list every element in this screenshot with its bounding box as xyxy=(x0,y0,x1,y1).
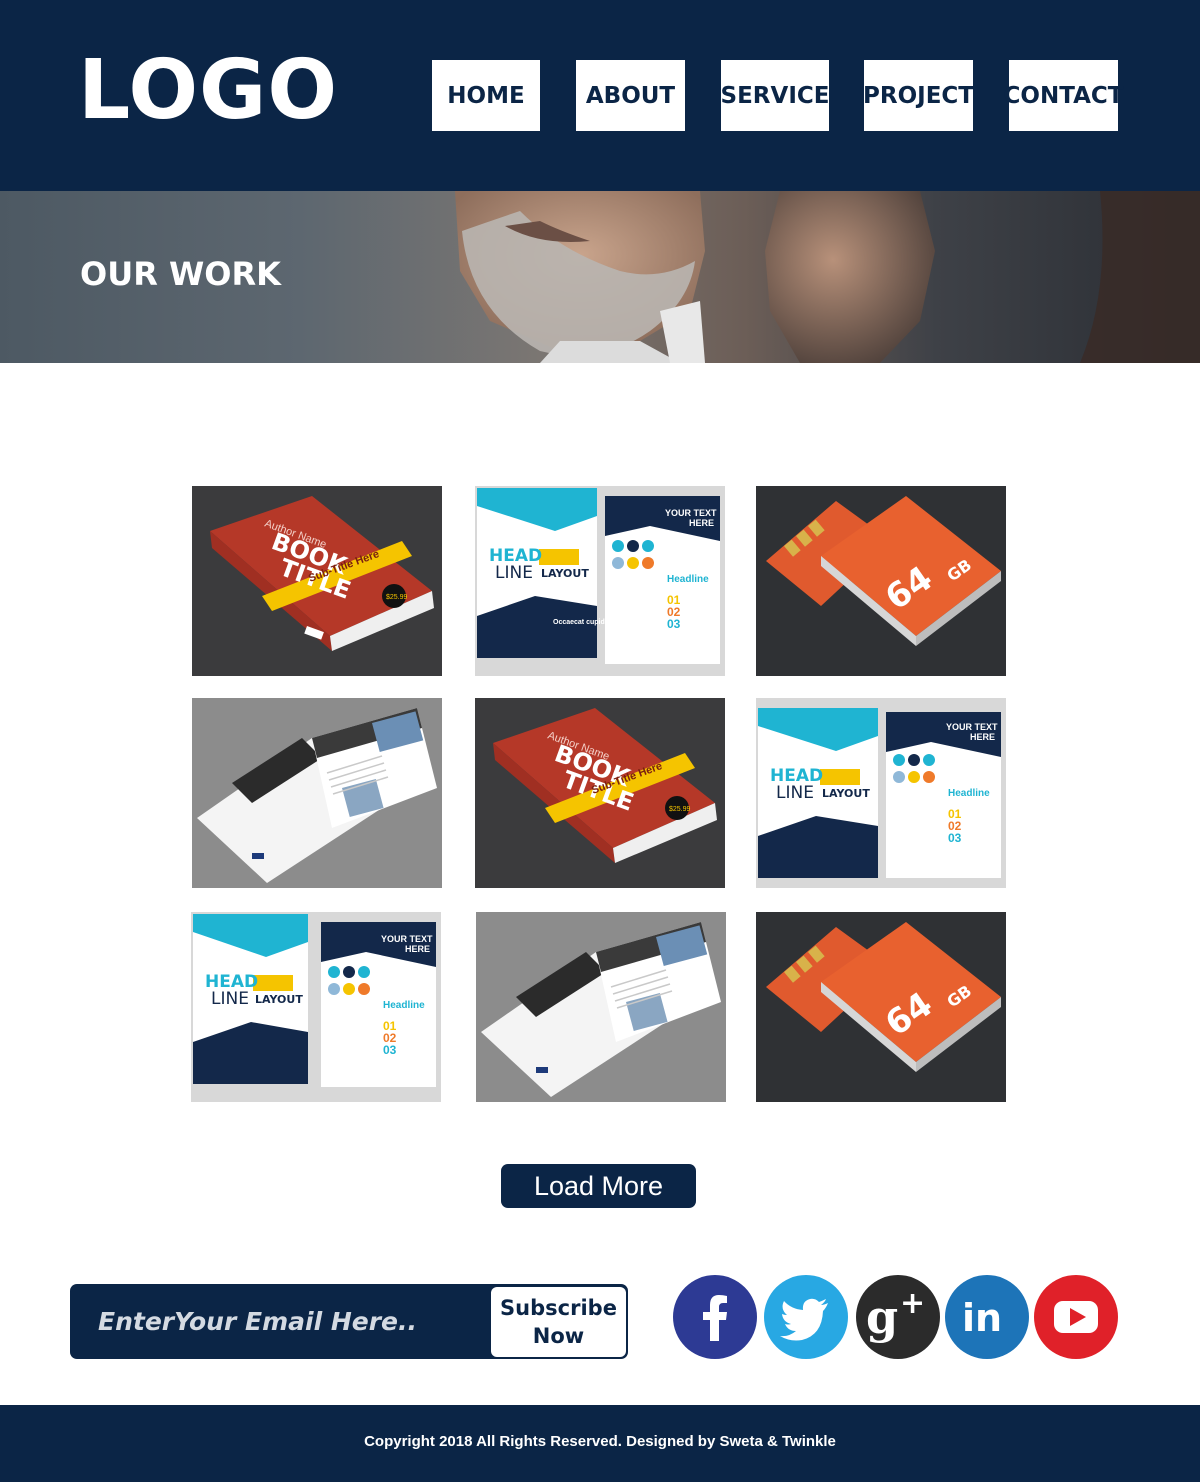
svg-text:+: + xyxy=(900,1286,925,1321)
gallery-item-sd-card-2[interactable]: 64 GB xyxy=(756,912,1006,1102)
svg-text:in: in xyxy=(962,1296,1002,1340)
flyer-03: 03 xyxy=(667,617,681,631)
twitter-icon[interactable] xyxy=(764,1275,848,1359)
copyright-text: Copyright 2018 All Rights Reserved. Desi… xyxy=(364,1433,836,1450)
flyer-here: HERE xyxy=(689,518,714,528)
google-plus-icon[interactable]: g + xyxy=(856,1275,940,1359)
subscribe-button-line1: Subscribe xyxy=(500,1296,617,1320)
flyer-layout: LAYOUT xyxy=(822,787,870,800)
flyer-headline: Headline xyxy=(948,788,990,799)
flyer-03: 03 xyxy=(383,1043,397,1057)
flyer-your-text: YOUR TEXT xyxy=(946,722,998,732)
linkedin-icon[interactable]: in xyxy=(945,1275,1029,1359)
flyer-03: 03 xyxy=(948,831,962,845)
site-header: LOGO HOME ABOUT SERVICE PROJECT CONTACT xyxy=(0,0,1200,191)
gallery-item-book[interactable]: Author Name BOOK TITLE Sub-Title Here $2… xyxy=(192,486,442,676)
main-nav: HOME ABOUT SERVICE PROJECT CONTACT xyxy=(0,60,1200,131)
gallery-item-brochure-2[interactable] xyxy=(476,912,726,1102)
page-title: OUR WORK xyxy=(80,255,281,293)
svg-text:g: g xyxy=(866,1290,898,1344)
subscribe-button-line2: Now xyxy=(532,1324,585,1348)
flyer-here: HERE xyxy=(405,944,430,954)
nav-service[interactable]: SERVICE xyxy=(721,60,829,131)
nav-about[interactable]: ABOUT xyxy=(576,60,685,131)
nav-project[interactable]: PROJECT xyxy=(863,60,974,131)
flyer-layout: LAYOUT xyxy=(255,993,303,1006)
flyer-line: LINE xyxy=(495,563,533,583)
flyer-here: HERE xyxy=(970,732,995,742)
hero-banner: OUR WORK xyxy=(0,191,1200,363)
nav-contact[interactable]: CONTACT xyxy=(1004,60,1123,131)
flyer-your-text: YOUR TEXT xyxy=(381,934,433,944)
nav-home[interactable]: HOME xyxy=(432,60,540,131)
gallery-item-flyer-2[interactable]: HEAD LINE LAYOUT YOUR TEXT HERE Headline… xyxy=(756,698,1006,888)
load-more-button[interactable]: Load More xyxy=(501,1164,696,1208)
book-price: $25.99 xyxy=(386,594,408,601)
gallery-item-flyer-3[interactable]: HEAD LINE LAYOUT YOUR TEXT HERE Headline… xyxy=(191,912,441,1102)
site-footer: Copyright 2018 All Rights Reserved. Desi… xyxy=(0,1405,1200,1482)
flyer-your-text: YOUR TEXT xyxy=(665,508,717,518)
gallery-item-book-2[interactable]: Author Name BOOK TITLE Sub-Title Here $2… xyxy=(475,698,725,888)
flyer-line: LINE xyxy=(776,783,814,803)
subscribe-button[interactable]: Subscribe Now xyxy=(491,1287,626,1357)
flyer-layout: LAYOUT xyxy=(541,567,589,580)
email-input[interactable] xyxy=(98,1296,478,1346)
flyer-headline: Headline xyxy=(383,1000,425,1011)
book-price: $25.99 xyxy=(669,806,691,813)
youtube-icon[interactable] xyxy=(1034,1275,1118,1359)
facebook-icon[interactable] xyxy=(673,1275,757,1359)
gallery-item-brochure[interactable] xyxy=(192,698,442,888)
gallery-item-sd-card[interactable]: 64 GB xyxy=(756,486,1006,676)
flyer-headline: Headline xyxy=(667,574,709,585)
gallery-item-flyer[interactable]: HEAD LINE LAYOUT Occaecat cupidatat YOUR… xyxy=(475,486,725,676)
flyer-line: LINE xyxy=(211,989,249,1009)
